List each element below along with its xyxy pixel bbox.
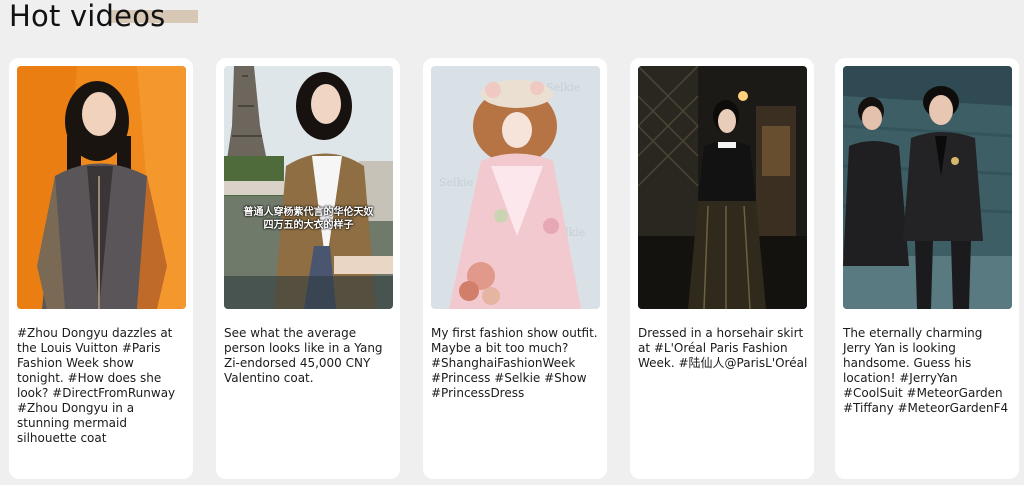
video-thumbnail[interactable]: Selkie Selkie Selkie Selkie xyxy=(431,66,600,309)
video-card[interactable]: Dressed in a horsehair skirt at #L'Oréal… xyxy=(630,58,814,479)
video-thumbnail[interactable] xyxy=(843,66,1012,309)
video-caption[interactable]: The eternally charming Jerry Yan is look… xyxy=(843,326,1015,416)
video-card[interactable]: #Zhou Dongyu dazzles at the Louis Vuitto… xyxy=(9,58,193,479)
video-thumbnail[interactable] xyxy=(17,66,186,309)
video-card[interactable]: The eternally charming Jerry Yan is look… xyxy=(835,58,1019,479)
thumbnail-overlay-text: 普通人穿杨紫代言的华伦天奴 四万五的大衣的样子 xyxy=(243,207,374,231)
svg-text:Selkie: Selkie xyxy=(439,176,473,189)
video-card[interactable]: Selkie Selkie Selkie Selkie My first fas… xyxy=(423,58,607,479)
video-thumbnail[interactable] xyxy=(638,66,807,309)
video-caption[interactable]: My first fashion show outfit. Maybe a bi… xyxy=(431,326,601,401)
video-caption[interactable]: #Zhou Dongyu dazzles at the Louis Vuitto… xyxy=(17,326,187,446)
video-thumbnail[interactable] xyxy=(224,66,393,309)
video-card[interactable]: 普通人穿杨紫代言的华伦天奴 四万五的大衣的样子 See what the ave… xyxy=(216,58,400,479)
video-caption[interactable]: Dressed in a horsehair skirt at #L'Oréal… xyxy=(638,326,810,371)
page-title: Hot videos xyxy=(9,0,166,33)
video-caption[interactable]: See what the average person looks like i… xyxy=(224,326,394,386)
